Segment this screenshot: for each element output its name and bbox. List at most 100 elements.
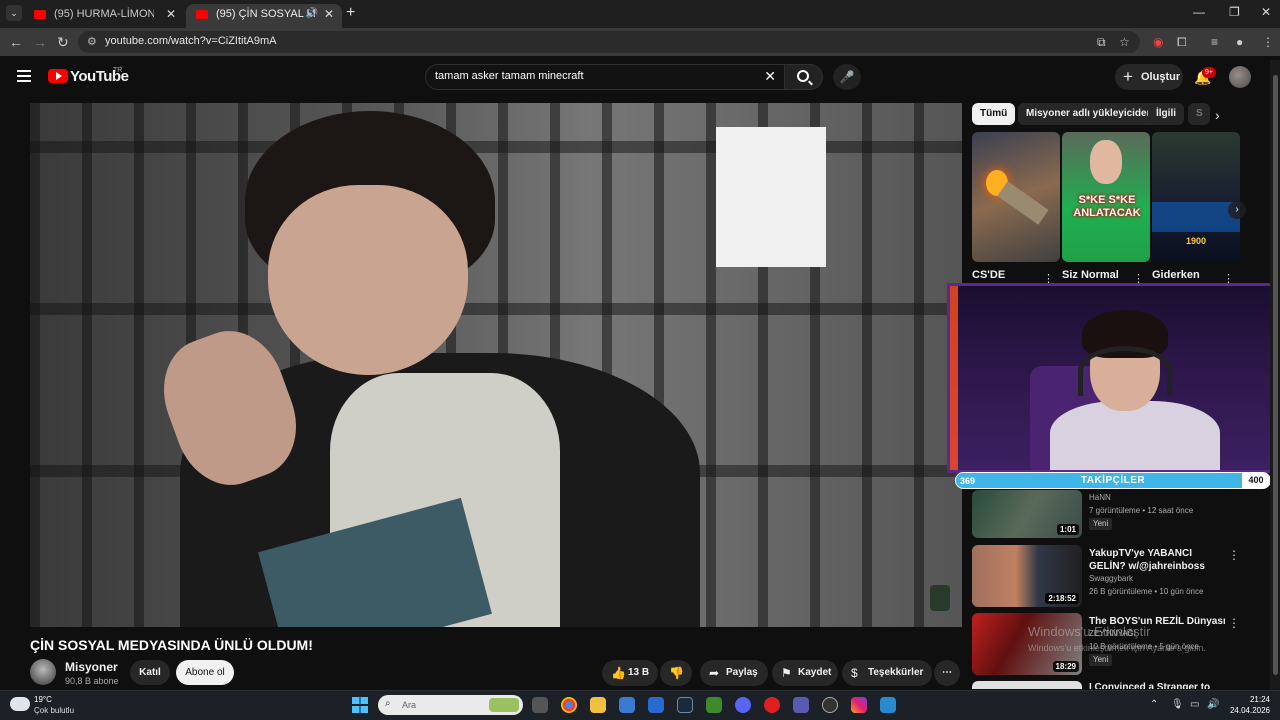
browser-tab-2[interactable]: (95) ÇİN SOSYAL MEDYASI 🔊 ✕ (186, 4, 342, 28)
back-icon[interactable]: ← (9, 34, 23, 50)
voice-search-button[interactable]: 🎤 (833, 64, 861, 90)
save-button[interactable]: ⚑ Kaydet (772, 660, 838, 686)
teams-icon[interactable] (793, 697, 809, 713)
taskbar-search-input[interactable]: ⌕ Ara (378, 695, 523, 715)
dislike-button[interactable]: 👎 (660, 660, 692, 686)
site-info-icon[interactable]: ⚙ (87, 35, 97, 48)
steam-icon[interactable] (677, 697, 693, 713)
account-avatar[interactable] (1229, 66, 1251, 88)
share-button[interactable]: ➦ Paylaş (700, 660, 768, 686)
address-bar[interactable]: ⚙ youtube.com/watch?v=CiZItitA9mA (78, 31, 1140, 53)
network-icon[interactable]: ▭ (1190, 699, 1199, 710)
recommendation-item[interactable]: 2:18:52 YakupTV'ye YABANCI GELİN? w/@jah… (972, 545, 1262, 610)
file-explorer-icon[interactable] (590, 697, 606, 713)
clock-date[interactable]: 24.04.2026 (1222, 706, 1270, 715)
minecraft-icon[interactable] (706, 697, 722, 713)
kebab-menu-icon[interactable]: ⋮ (1228, 616, 1240, 630)
video-player[interactable] (30, 103, 962, 627)
channel-watermark-icon (930, 585, 950, 611)
recommendation-item[interactable]: I Convinced a Stranger to Rob a (972, 681, 1262, 689)
short-title[interactable]: Siz Normal (1062, 269, 1119, 281)
windows-taskbar: 19°C Çok bulutlu ⌕ Ara ⌃ 🎙 ▭ 🔊 21:24 24.… (0, 690, 1280, 720)
recommendation-item[interactable]: 1:01 HaNN 7 görüntüleme • 12 saat önce Y… (972, 490, 1262, 538)
speaker-icon[interactable]: 🔊 (306, 4, 318, 24)
install-icon[interactable]: ⧉ (1097, 35, 1106, 50)
youtube-app-icon[interactable] (764, 697, 780, 713)
headset-icon (1078, 346, 1172, 396)
search-input[interactable]: tamam asker tamam minecraft ✕ (425, 64, 785, 90)
weather-description[interactable]: Çok bulutlu (34, 706, 74, 715)
subscribe-button[interactable]: Abone ol (176, 660, 234, 685)
follower-goal-label: TAKİPÇİLER (1080, 475, 1146, 486)
forward-icon[interactable]: → (33, 34, 47, 50)
channel-name[interactable]: Misyoner (65, 660, 118, 674)
instagram-icon[interactable] (851, 697, 867, 713)
tab-search-icon[interactable]: ⌄ (6, 5, 22, 21)
kebab-menu-icon[interactable]: ⋮ (1228, 548, 1240, 562)
webcam-overlay (947, 283, 1275, 473)
recommendation-title[interactable]: YakupTV'ye YABANCI GELİN? w/@jahreinboss (1089, 547, 1229, 573)
close-window-icon[interactable]: ✕ (1261, 5, 1271, 19)
recommendation-channel[interactable]: Swaggybark (1089, 574, 1133, 583)
volume-icon[interactable]: 🔊 (1207, 699, 1219, 710)
chip-from-uploader[interactable]: Misyoner adlı yükleyiciden (1018, 103, 1161, 125)
profile-icon[interactable]: ● (1236, 35, 1243, 49)
recommendation-thumbnail[interactable]: 2:18:52 (972, 545, 1082, 607)
weather-temperature[interactable]: 19°C (34, 695, 52, 704)
store-icon[interactable] (619, 697, 635, 713)
windows-start-icon[interactable] (352, 697, 368, 713)
microphone-icon: 🎤 (839, 70, 855, 84)
recommendation-thumbnail[interactable] (972, 681, 1082, 689)
chip-all[interactable]: Tümü (972, 103, 1016, 125)
reload-icon[interactable]: ↻ (57, 34, 69, 51)
youtube-favicon-icon (34, 10, 46, 19)
maximize-icon[interactable]: ❐ (1229, 5, 1240, 19)
person-graphic (1090, 140, 1122, 184)
thanks-button[interactable]: $ Teşekkürler (842, 660, 932, 686)
new-tab-icon[interactable]: + (346, 4, 355, 22)
menu-hamburger-icon[interactable] (17, 70, 31, 82)
close-icon[interactable]: ✕ (166, 4, 176, 24)
tray-chevron-up-icon[interactable]: ⌃ (1150, 699, 1158, 710)
join-button[interactable]: Katıl (130, 660, 170, 685)
browser-tab-1[interactable]: (95) HURMA-LİMON İKİLİSİYLE ✕ (24, 4, 184, 28)
short-thumbnail[interactable] (972, 132, 1060, 262)
short-thumbnail[interactable]: S*KE S*KE ANLATACAK (1062, 132, 1150, 262)
task-view-icon[interactable] (532, 697, 548, 713)
menu-kebab-icon[interactable]: ⋮ (1262, 35, 1274, 49)
clear-search-icon[interactable]: ✕ (764, 68, 776, 85)
microphone-tray-icon[interactable]: 🎙 (1171, 699, 1184, 710)
like-button[interactable]: 👍 13 B (602, 660, 658, 686)
search-button[interactable] (785, 64, 823, 90)
extensions-puzzle-icon[interactable]: ⧠ (1177, 35, 1187, 50)
youtube-logo-icon[interactable] (48, 69, 68, 83)
discord-icon[interactable] (735, 697, 751, 713)
shorts-next-chevron-icon[interactable]: › (1228, 201, 1246, 219)
extension-icon[interactable]: ◉ (1153, 35, 1163, 49)
obs-icon[interactable] (822, 697, 838, 713)
chip-related[interactable]: İlgili (1148, 103, 1184, 125)
short-title[interactable]: CS'DE (972, 269, 1005, 281)
recommendation-title[interactable]: I Convinced a Stranger to Rob a (1089, 681, 1229, 689)
chrome-icon[interactable] (561, 697, 577, 713)
minimize-icon[interactable]: — (1193, 5, 1205, 19)
chip-partial[interactable]: S (1188, 103, 1210, 125)
chevron-right-icon[interactable]: › (1215, 107, 1220, 123)
bookmark-star-icon[interactable]: ☆ (1119, 35, 1130, 49)
clock-time[interactable]: 21:24 (1240, 695, 1270, 704)
cloud-icon[interactable] (10, 697, 30, 711)
search-value: tamam asker tamam minecraft (435, 70, 584, 82)
more-actions-button[interactable]: ⋯ (934, 660, 960, 686)
scrollbar-thumb[interactable] (1273, 75, 1278, 675)
short-thumbnail[interactable]: 1900 (1152, 132, 1240, 262)
create-button[interactable]: + Oluştur (1115, 64, 1183, 90)
app-icon[interactable] (880, 697, 896, 713)
recommendation-channel[interactable]: HaNN (1089, 493, 1111, 502)
search-icon: ⌕ (385, 698, 391, 709)
short-title[interactable]: Giderken (1152, 269, 1200, 281)
mail-icon[interactable] (648, 697, 664, 713)
recommendation-thumbnail[interactable]: 1:01 (972, 490, 1082, 538)
media-control-icon[interactable]: ≡ (1211, 35, 1218, 49)
close-icon[interactable]: ✕ (324, 4, 334, 24)
channel-avatar[interactable] (30, 659, 56, 685)
